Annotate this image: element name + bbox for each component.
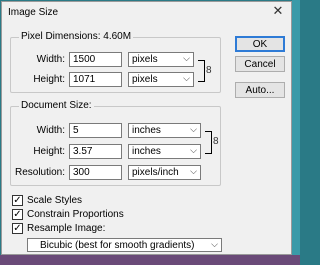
scale-styles-checkbox[interactable]: ✓ <box>12 195 23 206</box>
doc-link-bracket <box>205 131 212 154</box>
chain-link-icon: 8 <box>213 136 219 147</box>
title-bar: Image Size ✕ <box>2 2 291 22</box>
pixel-dimensions-legend: Pixel Dimensions: 4.60M <box>19 31 134 42</box>
pixel-height-unit-select[interactable]: pixels ⌵ <box>128 72 194 87</box>
chevron-down-icon: ⌵ <box>190 166 197 176</box>
chevron-down-icon: ⌵ <box>190 145 197 155</box>
chain-link-icon: 8 <box>206 65 212 76</box>
resample-method-select[interactable]: Bicubic (best for smooth gradients) ⌵ <box>27 238 222 252</box>
image-size-dialog: Image Size ✕ Pixel Dimensions: 4.60M Wid… <box>1 1 292 255</box>
doc-height-unit-select[interactable]: inches ⌵ <box>128 144 201 159</box>
chevron-down-icon: ⌵ <box>183 73 190 83</box>
cancel-button[interactable]: Cancel <box>235 56 285 72</box>
auto-button[interactable]: Auto... <box>235 82 285 98</box>
background-edge <box>292 0 300 265</box>
document-size-legend: Document Size: <box>19 100 94 111</box>
pixel-link-bracket <box>198 60 205 82</box>
chevron-down-icon: ⌵ <box>190 124 197 134</box>
pixel-height-label: Height: <box>33 74 65 85</box>
doc-width-input[interactable] <box>69 123 122 138</box>
resolution-label: Resolution: <box>14 167 65 178</box>
resolution-input[interactable] <box>69 165 122 180</box>
pixel-width-input[interactable] <box>69 52 122 67</box>
doc-height-unit-value: inches <box>132 146 161 157</box>
doc-height-label: Height: <box>33 146 65 157</box>
document-size-group: Document Size: Width: inches ⌵ Height: i… <box>10 100 221 186</box>
doc-height-input[interactable] <box>69 144 122 159</box>
pixel-height-unit-value: pixels <box>132 74 158 85</box>
constrain-proportions-label: Constrain Proportions <box>27 209 124 220</box>
ok-button[interactable]: OK <box>235 36 285 52</box>
resample-method-value: Bicubic (best for smooth gradients) <box>40 240 195 251</box>
pixel-width-unit-value: pixels <box>132 54 158 65</box>
scale-styles-label: Scale Styles <box>27 195 83 206</box>
constrain-proportions-checkbox[interactable]: ✓ <box>12 209 23 220</box>
resolution-unit-value: pixels/inch <box>132 167 179 178</box>
resample-image-checkbox[interactable]: ✓ <box>12 223 23 234</box>
background-bottom <box>0 255 300 265</box>
pixel-width-label: Width: <box>36 54 65 65</box>
chevron-down-icon: ⌵ <box>183 53 190 63</box>
resolution-unit-select[interactable]: pixels/inch ⌵ <box>128 165 201 180</box>
pixel-height-input[interactable] <box>69 72 122 87</box>
pixel-width-unit-select[interactable]: pixels ⌵ <box>128 52 194 67</box>
doc-width-unit-select[interactable]: inches ⌵ <box>128 123 201 138</box>
dialog-title: Image Size <box>8 7 59 18</box>
chevron-down-icon: ⌵ <box>211 239 218 249</box>
close-icon[interactable]: ✕ <box>271 4 285 18</box>
doc-width-unit-value: inches <box>132 125 161 136</box>
doc-width-label: Width: <box>36 125 65 136</box>
pixel-dimensions-group: Pixel Dimensions: 4.60M Width: pixels ⌵ … <box>10 31 221 93</box>
resample-image-label: Resample Image: <box>27 223 106 234</box>
